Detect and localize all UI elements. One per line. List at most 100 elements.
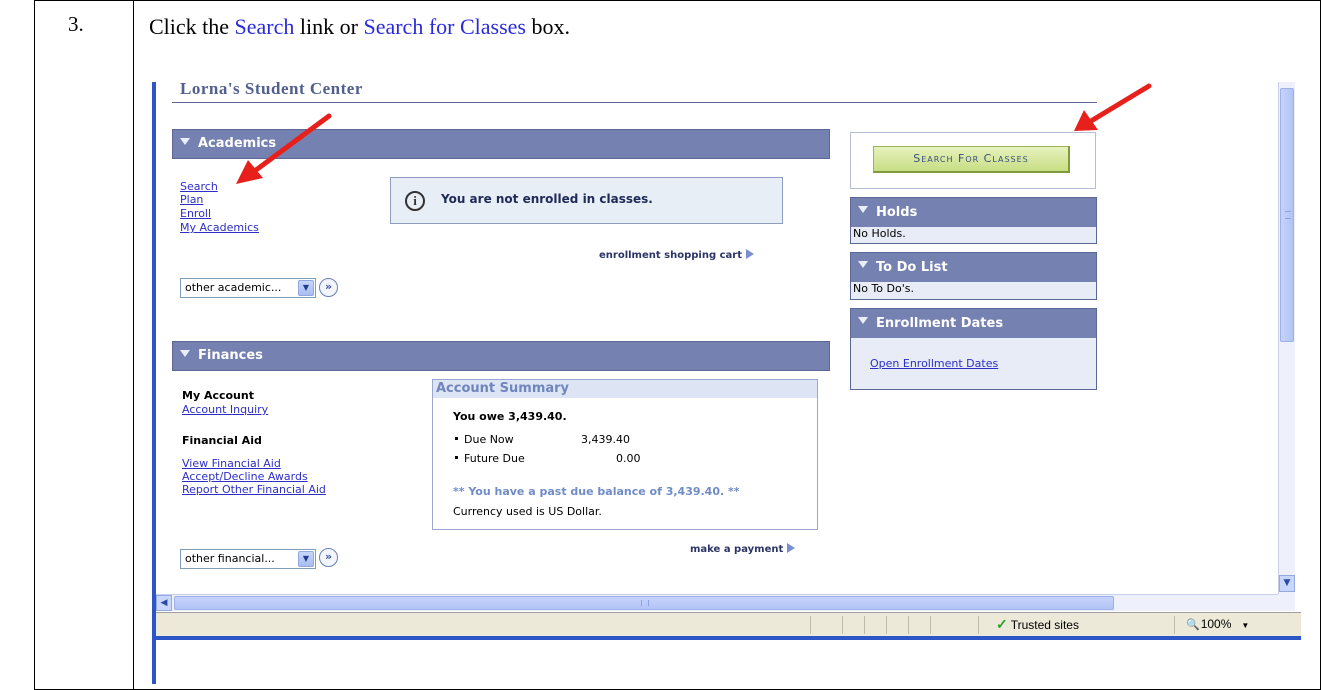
collapse-triangle-icon[interactable]	[180, 138, 190, 145]
collapse-triangle-icon[interactable]	[858, 206, 868, 213]
grip-icon	[1285, 211, 1291, 219]
status-divider	[978, 616, 979, 634]
chevron-down-icon[interactable]: ▼	[298, 280, 314, 296]
enrollment-cart-label: enrollment shopping cart	[599, 250, 742, 261]
status-divider	[930, 616, 931, 634]
academics-go-icon[interactable]: »	[319, 278, 338, 297]
amount-owed: You owe 3,439.40.	[453, 410, 567, 423]
security-zone: ✓ Trusted sites	[996, 616, 1079, 633]
enrollment-dates-panel: Enrollment Dates Open Enrollment Dates	[850, 308, 1097, 390]
bullet-icon	[455, 456, 458, 459]
instruction-text-2: link or	[294, 14, 364, 39]
academics-link-search[interactable]: Search	[180, 180, 218, 193]
security-zone-label: Trusted sites	[1010, 618, 1079, 632]
todo-body: No To Do's.	[853, 282, 914, 295]
play-arrow-icon	[745, 249, 754, 259]
open-enrollment-dates-link[interactable]: Open Enrollment Dates	[870, 357, 998, 370]
grip-icon	[641, 600, 649, 606]
notice-text: You are not enrolled in classes.	[441, 192, 653, 206]
instruction-text-1: Click the	[149, 14, 235, 39]
collapse-triangle-icon[interactable]	[858, 317, 868, 324]
instruction-text-3: box.	[525, 14, 570, 39]
make-payment-label: make a payment	[690, 544, 784, 555]
status-bar: ✓ Trusted sites 🔍100% ▼	[156, 612, 1301, 636]
bullet-icon	[455, 437, 458, 440]
my-account-label: My Account	[182, 389, 254, 402]
status-divider	[886, 616, 887, 634]
finances-go-icon[interactable]: »	[319, 548, 338, 567]
collapse-triangle-icon[interactable]	[180, 350, 190, 357]
collapse-triangle-icon[interactable]	[858, 261, 868, 268]
table-column-divider	[133, 0, 134, 690]
todo-title: To Do List	[876, 260, 948, 275]
holds-panel: Holds No Holds.	[850, 197, 1097, 244]
zoom-control[interactable]: 🔍100% ▼	[1186, 617, 1249, 631]
academics-header[interactable]: Academics	[172, 129, 830, 159]
future-due-amount: 0.00	[616, 452, 641, 465]
accept-decline-awards-link[interactable]: Accept/Decline Awards	[182, 470, 308, 483]
enrollment-notice: i You are not enrolled in classes.	[390, 177, 783, 224]
past-due-warning: ** You have a past due balance of 3,439.…	[453, 485, 740, 498]
play-arrow-icon	[787, 543, 796, 553]
title-rule	[172, 102, 1097, 103]
holds-body: No Holds.	[853, 227, 906, 240]
due-now-row: Due Now	[455, 433, 514, 446]
todo-panel: To Do List No To Do's.	[850, 252, 1097, 300]
future-due-row: Future Due	[455, 452, 525, 465]
account-summary-title: Account Summary	[433, 380, 817, 398]
vertical-scroll-thumb[interactable]	[1280, 88, 1294, 342]
todo-header[interactable]: To Do List	[851, 253, 1096, 282]
enrollment-dates-title: Enrollment Dates	[876, 316, 1004, 331]
report-other-aid-link[interactable]: Report Other Financial Aid	[182, 483, 326, 496]
finances-header[interactable]: Finances	[172, 341, 830, 371]
account-inquiry-link[interactable]: Account Inquiry	[182, 403, 268, 416]
academics-header-label: Academics	[198, 136, 277, 151]
instruction-search-classes-link: Search for Classes	[363, 14, 526, 39]
academics-link-plan[interactable]: Plan	[180, 193, 203, 206]
horizontal-scrollbar[interactable]: ◀ ▶	[156, 594, 1295, 611]
search-for-classes-button[interactable]: Search For Classes	[873, 146, 1070, 173]
academics-link-enroll[interactable]: Enroll	[180, 207, 211, 220]
status-divider	[842, 616, 843, 634]
enrollment-cart-link[interactable]: enrollment shopping cart	[599, 249, 754, 261]
zoom-level: 100%	[1200, 617, 1232, 631]
make-payment-link[interactable]: make a payment	[690, 543, 796, 555]
status-divider	[810, 616, 811, 634]
window-bottom-border	[152, 636, 1301, 640]
zoom-icon: 🔍	[1186, 619, 1200, 631]
info-icon: i	[405, 191, 425, 211]
due-now-amount: 3,439.40	[581, 433, 630, 446]
due-now-label: Due Now	[464, 433, 514, 446]
future-due-label: Future Due	[464, 452, 525, 465]
view-financial-aid-link[interactable]: View Financial Aid	[182, 457, 281, 470]
page-title: Lorna's Student Center	[180, 82, 363, 98]
scroll-left-icon[interactable]: ◀	[156, 595, 172, 611]
step-number: 3.	[68, 12, 84, 36]
academics-link-my-academics[interactable]: My Academics	[180, 221, 259, 234]
scroll-down-icon[interactable]: ▼	[1279, 575, 1295, 592]
search-classes-box: Search For Classes	[850, 132, 1096, 189]
holds-header[interactable]: Holds	[851, 198, 1096, 227]
financial-aid-label: Financial Aid	[182, 434, 262, 447]
finances-select-value: other financial...	[185, 552, 275, 565]
checkmark-icon: ✓	[996, 616, 1008, 632]
scrollbar-corner	[1278, 594, 1295, 611]
finances-select[interactable]: other financial... ▼	[180, 549, 316, 569]
academics-select[interactable]: other academic... ▼	[180, 278, 316, 298]
vertical-scrollbar[interactable]: ▼	[1278, 82, 1295, 594]
chevron-down-icon[interactable]: ▼	[298, 551, 314, 567]
academics-select-value: other academic...	[185, 281, 282, 294]
instruction-search-link: Search	[234, 14, 295, 39]
currency-note: Currency used is US Dollar.	[453, 505, 602, 518]
horizontal-scroll-thumb[interactable]	[174, 596, 1114, 610]
enrollment-dates-header[interactable]: Enrollment Dates	[851, 309, 1096, 338]
status-divider	[908, 616, 909, 634]
holds-title: Holds	[876, 205, 918, 220]
finances-header-label: Finances	[198, 348, 263, 363]
browser-screenshot: Lorna's Student Center Academics Search …	[152, 82, 1301, 684]
chevron-down-icon[interactable]: ▼	[1241, 621, 1249, 630]
status-divider	[1174, 616, 1175, 634]
step-instruction: Click the Search link or Search for Clas…	[149, 14, 570, 40]
status-divider	[864, 616, 865, 634]
account-summary-box: Account Summary You owe 3,439.40. Due No…	[432, 379, 818, 530]
